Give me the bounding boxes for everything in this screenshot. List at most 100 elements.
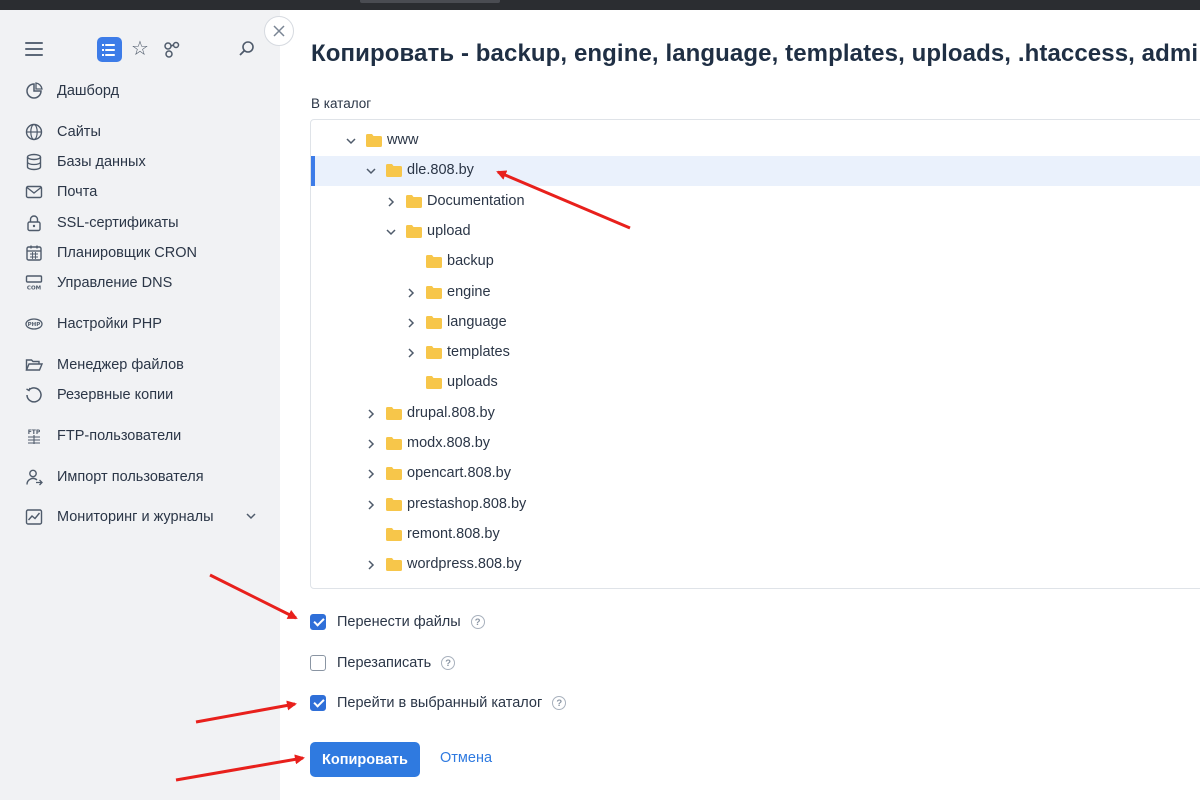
chevron-down-icon[interactable]: [244, 509, 258, 523]
sidebar-item-label: Дашборд: [57, 83, 120, 99]
tree-node[interactable]: uploads: [311, 368, 1200, 398]
option-overwrite[interactable]: Перезаписать ?: [310, 654, 456, 672]
lock-icon: [25, 214, 43, 232]
sidebar-item-ssl[interactable]: SSL-сертификаты: [25, 212, 270, 234]
folder-icon: [426, 255, 442, 269]
svg-text:COM: COM: [27, 286, 41, 292]
tree-node-label: upload: [427, 222, 471, 239]
chevron-down-icon[interactable]: [345, 135, 357, 147]
help-icon[interactable]: ?: [441, 656, 456, 670]
chevron-right-icon[interactable]: [405, 317, 417, 329]
chevron-right-icon[interactable]: [365, 408, 377, 420]
chevron-right-icon[interactable]: [365, 559, 377, 571]
chevron-right-icon[interactable]: [385, 196, 397, 208]
chevron-right-icon[interactable]: [405, 287, 417, 299]
tree-node[interactable]: upload: [311, 217, 1200, 247]
folder-icon: [386, 558, 402, 572]
tree-node-label: dle.808.by: [407, 162, 474, 179]
sidebar-item-sites[interactable]: Сайты: [25, 121, 270, 143]
sidebar-item-label: SSL-сертификаты: [57, 215, 179, 231]
tree-node[interactable]: modx.808.by: [311, 429, 1200, 459]
move-files-checkbox[interactable]: [310, 614, 326, 630]
sidebar-item-label: Менеджер файлов: [57, 357, 184, 373]
tree-node-label: engine: [447, 283, 491, 300]
tree-node[interactable]: opencart.808.by: [311, 459, 1200, 489]
sidebar-item-databases[interactable]: Базы данных: [25, 151, 270, 173]
dns-icon: COM: [25, 274, 43, 292]
go-to-directory-checkbox[interactable]: [310, 695, 326, 711]
option-label: Перейти в выбранный каталог: [337, 695, 543, 711]
help-icon[interactable]: ?: [470, 615, 485, 629]
folder-icon: [406, 224, 422, 238]
tree-node[interactable]: prestashop.808.by: [311, 490, 1200, 520]
folder-icon: [386, 527, 402, 541]
tree-node-label: www: [387, 132, 419, 148]
folder-icon: [426, 315, 442, 329]
chevron-down-icon[interactable]: [365, 165, 377, 177]
option-label: Перенести файлы: [337, 614, 461, 630]
close-icon: [273, 25, 285, 37]
tree-node-label: remont.808.by: [407, 525, 500, 542]
calendar-icon: [25, 244, 43, 262]
folder-icon: [426, 346, 442, 360]
sidebar-item-dashboard[interactable]: Дашборд: [25, 80, 270, 102]
list-view-icon[interactable]: [97, 37, 122, 62]
top-bar-stripe: [360, 0, 500, 3]
sidebar-item-dns[interactable]: COM Управление DNS: [25, 272, 270, 294]
tree-node[interactable]: backup: [311, 247, 1200, 277]
star-icon[interactable]: ☆: [131, 37, 149, 61]
folder-icon: [366, 134, 382, 147]
ftp-icon: FTP: [25, 427, 43, 445]
sidebar-item-label: Базы данных: [57, 154, 146, 170]
option-go-to-directory[interactable]: Перейти в выбранный каталог ?: [310, 694, 567, 712]
sidebar-item-cron[interactable]: Планировщик CRON: [25, 242, 270, 264]
sidebar-item-label: Настройки PHP: [57, 316, 162, 332]
option-move-files[interactable]: Перенести файлы ?: [310, 613, 485, 631]
tree-node-label: wordpress.808.by: [407, 556, 522, 573]
folder-icon: [386, 406, 402, 420]
folder-icon: [386, 164, 402, 178]
chevron-down-icon[interactable]: [385, 226, 397, 238]
tree-node-label: opencart.808.by: [407, 465, 511, 482]
browser-top-bar: [0, 0, 1200, 10]
tree-node[interactable]: dle.808.by: [311, 156, 1200, 187]
tree-node[interactable]: language: [311, 308, 1200, 338]
tree-node[interactable]: remont.808.by: [311, 520, 1200, 550]
sidebar-item-file-manager[interactable]: Менеджер файлов: [25, 354, 270, 376]
hamburger-menu-icon[interactable]: [25, 42, 43, 56]
tree-node[interactable]: templates: [311, 338, 1200, 368]
tree-node-label: prestashop.808.by: [407, 495, 527, 512]
chevron-right-icon[interactable]: [405, 347, 417, 359]
tree-node[interactable]: www: [311, 126, 1200, 156]
sidebar-item-ftp[interactable]: FTP FTP-пользователи: [25, 425, 270, 447]
tree-node[interactable]: engine: [311, 278, 1200, 308]
tree-node[interactable]: Documentation: [311, 187, 1200, 217]
monitor-chart-icon: [25, 508, 43, 526]
tree-node[interactable]: wordpress.808.by: [311, 550, 1200, 580]
chevron-right-icon[interactable]: [365, 438, 377, 450]
sidebar-item-label: Мониторинг и журналы: [57, 509, 214, 525]
sidebar-item-php[interactable]: PHP Настройки PHP: [25, 313, 270, 335]
help-icon[interactable]: ?: [552, 696, 567, 710]
chevron-right-icon[interactable]: [365, 468, 377, 480]
folder-open-icon: [25, 356, 43, 374]
sidebar-item-import-user[interactable]: Импорт пользователя: [25, 466, 270, 488]
sidebar-item-monitoring[interactable]: Мониторинг и журналы: [25, 506, 270, 528]
nodes-icon[interactable]: [162, 40, 182, 60]
close-dialog-button[interactable]: [264, 16, 294, 46]
tree-node-label: uploads: [447, 374, 498, 391]
option-label: Перезаписать: [337, 655, 432, 671]
copy-button[interactable]: Копировать: [310, 742, 420, 777]
folder-icon: [386, 497, 402, 511]
sidebar-item-backups[interactable]: Резервные копии: [25, 384, 270, 406]
svg-text:PHP: PHP: [28, 322, 41, 328]
search-icon[interactable]: [238, 40, 256, 58]
sidebar-item-label: Импорт пользователя: [57, 469, 204, 485]
overwrite-checkbox[interactable]: [310, 655, 326, 671]
directory-label: В каталог: [311, 96, 372, 111]
sidebar: ☆ Дашборд Сайты Базы данных Почта SSL-се…: [0, 10, 280, 800]
chevron-right-icon[interactable]: [365, 499, 377, 511]
cancel-button[interactable]: Отмена: [440, 750, 492, 766]
tree-node[interactable]: drupal.808.by: [311, 399, 1200, 429]
sidebar-item-mail[interactable]: Почта: [25, 181, 270, 203]
